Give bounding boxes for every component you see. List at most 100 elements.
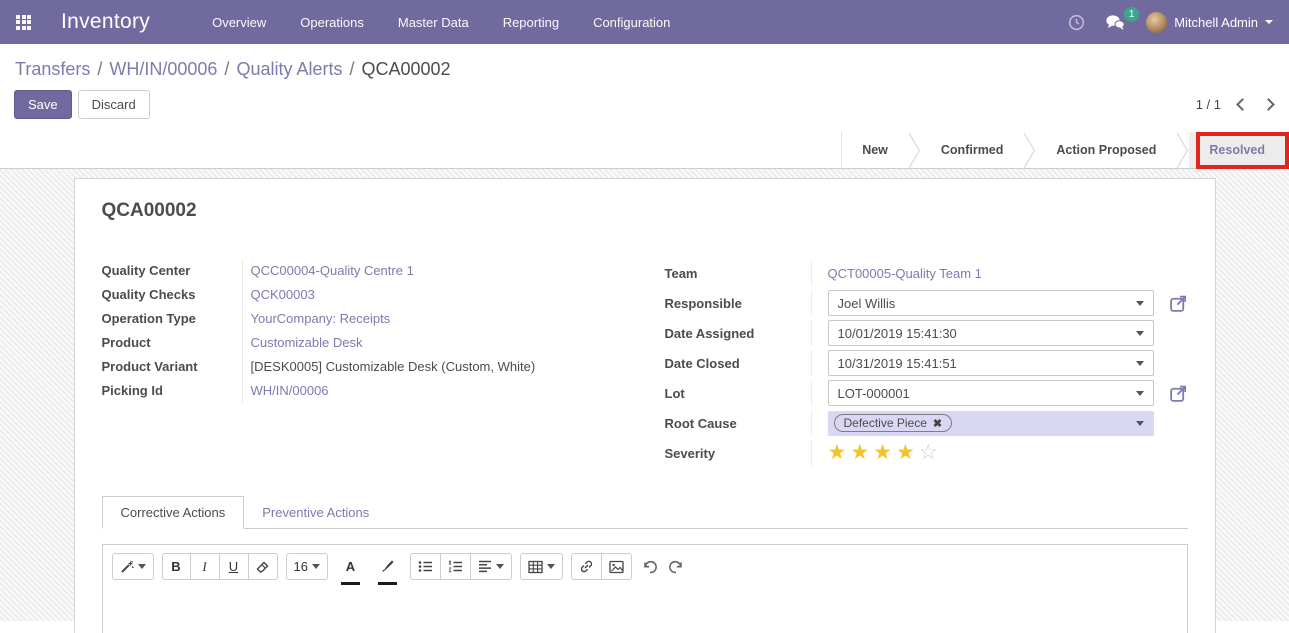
team-link[interactable]: QCT00005-Quality Team 1 [828, 266, 982, 281]
ordered-list-button[interactable] [441, 553, 471, 580]
star-icon[interactable]: ★ [850, 442, 869, 464]
editor-content-area[interactable] [103, 592, 1187, 633]
responsible-select[interactable]: Joel Willis [828, 290, 1154, 316]
star-icon[interactable]: ★ [873, 442, 892, 464]
field-label: Picking Id [102, 379, 242, 403]
field-label: Product Variant [102, 355, 242, 379]
breadcrumb-link-picking[interactable]: WH/IN/00006 [109, 59, 217, 79]
font-size-dropdown[interactable]: 16 [286, 553, 328, 580]
breadcrumb-separator: / [349, 59, 354, 79]
undo-button[interactable] [642, 553, 658, 580]
record-title: QCA00002 [102, 200, 1188, 222]
severity-stars: ★★★★☆ [828, 442, 938, 464]
field-label: Quality Checks [102, 283, 242, 307]
insert-link-button[interactable] [571, 553, 602, 580]
stage-action-proposed[interactable]: Action Proposed [1036, 132, 1176, 168]
date-closed-input[interactable]: 10/31/2019 15:41:51 [828, 350, 1154, 376]
field-label: Responsible [665, 296, 811, 311]
magic-wand-icon [120, 560, 134, 574]
align-icon [478, 560, 492, 573]
user-name: Mitchell Admin [1174, 15, 1258, 30]
table-button[interactable] [520, 553, 563, 580]
remove-tag-icon[interactable]: ✖ [933, 417, 942, 430]
stage-separator [1176, 132, 1189, 169]
rich-text-editor: B I U 16 A [102, 544, 1188, 633]
field-severity: Severity ★★★★☆ [665, 439, 1188, 467]
breadcrumb-link-quality-alerts[interactable]: Quality Alerts [236, 59, 342, 79]
stage-new[interactable]: New [842, 132, 908, 168]
nav-item-overview[interactable]: Overview [212, 15, 266, 30]
star-icon[interactable]: ☆ [919, 442, 938, 464]
chevron-down-icon [1136, 331, 1144, 336]
field-team: Team QCT00005-Quality Team 1 [665, 259, 1188, 287]
highlight-color-button[interactable] [373, 553, 402, 580]
responsible-external-link-icon[interactable] [1154, 294, 1188, 313]
redo-icon [668, 559, 684, 575]
operation-type-link[interactable]: YourCompany: Receipts [242, 307, 625, 331]
undo-icon [642, 559, 658, 575]
date-assigned-input[interactable]: 10/01/2019 15:41:30 [828, 320, 1154, 346]
field-label: Severity [665, 446, 811, 461]
field-label: Operation Type [102, 307, 242, 331]
field-responsible: Responsible Joel Willis [665, 289, 1188, 317]
right-field-column: Team QCT00005-Quality Team 1 Responsible… [665, 259, 1188, 469]
lot-value: LOT-000001 [838, 386, 910, 401]
nav-item-master-data[interactable]: Master Data [398, 15, 469, 30]
underline-button[interactable]: U [220, 553, 249, 580]
app-name[interactable]: Inventory [61, 10, 150, 34]
root-cause-tag[interactable]: Defective Piece ✖ [834, 414, 953, 432]
bold-button[interactable]: B [162, 553, 191, 580]
pager-previous-icon[interactable] [1236, 98, 1249, 111]
user-menu[interactable]: Mitchell Admin [1146, 12, 1273, 33]
picking-id-link[interactable]: WH/IN/00006 [242, 379, 625, 403]
insert-image-button[interactable] [602, 553, 632, 580]
discard-button[interactable]: Discard [78, 90, 150, 119]
lot-select[interactable]: LOT-000001 [828, 380, 1154, 406]
nav-item-reporting[interactable]: Reporting [503, 15, 559, 30]
field-picking-id: Picking Id WH/IN/00006 [102, 379, 625, 403]
tab-corrective-actions[interactable]: Corrective Actions [102, 496, 245, 529]
apps-grid-icon[interactable] [16, 15, 31, 30]
font-color-button[interactable]: A [336, 553, 365, 580]
product-link[interactable]: Customizable Desk [242, 331, 625, 355]
statusbar: New Confirmed Action Proposed Resolved [0, 132, 1289, 169]
control-panel: Transfers/WH/IN/00006/Quality Alerts/QCA… [0, 44, 1289, 132]
redo-button[interactable] [668, 553, 684, 580]
chevron-down-icon [496, 564, 504, 569]
root-cause-tags-input[interactable]: Defective Piece ✖ [828, 411, 1154, 436]
quality-checks-link[interactable]: QCK00003 [242, 283, 625, 307]
stage-resolved[interactable]: Resolved [1189, 132, 1289, 168]
stage-confirmed[interactable]: Confirmed [921, 132, 1024, 168]
paragraph-align-button[interactable] [471, 553, 512, 580]
nav-item-operations[interactable]: Operations [300, 15, 364, 30]
picture-icon [609, 560, 624, 574]
lot-external-link-icon[interactable] [1154, 384, 1188, 403]
product-variant-value: [DESK0005] Customizable Desk (Custom, Wh… [242, 355, 625, 379]
star-icon[interactable]: ★ [896, 442, 915, 464]
pager: 1 / 1 [1196, 97, 1273, 112]
clear-formatting-button[interactable] [249, 553, 278, 580]
field-lot: Lot LOT-000001 [665, 379, 1188, 407]
nav-item-configuration[interactable]: Configuration [593, 15, 670, 30]
pager-next-icon[interactable] [1262, 98, 1275, 111]
top-navbar: Inventory Overview Operations Master Dat… [0, 0, 1289, 44]
field-label: Date Assigned [665, 326, 811, 341]
style-dropdown-button[interactable] [112, 553, 154, 580]
messages-icon[interactable]: 1 [1105, 14, 1126, 31]
breadcrumb-link-transfers[interactable]: Transfers [15, 59, 90, 79]
breadcrumb-separator: / [224, 59, 229, 79]
tag-label: Defective Piece [844, 416, 927, 430]
field-date-closed: Date Closed 10/31/2019 15:41:51 [665, 349, 1188, 377]
paint-brush-icon [380, 559, 395, 574]
tab-preventive-actions[interactable]: Preventive Actions [244, 496, 387, 528]
unordered-list-button[interactable] [410, 553, 441, 580]
field-label: Lot [665, 386, 811, 401]
italic-button[interactable]: I [191, 553, 220, 580]
responsible-value: Joel Willis [838, 296, 896, 311]
activities-clock-icon[interactable] [1068, 14, 1085, 31]
save-button[interactable]: Save [14, 90, 72, 119]
numbered-list-icon [448, 560, 463, 573]
field-product: Product Customizable Desk [102, 331, 625, 355]
quality-center-link[interactable]: QCC00004-Quality Centre 1 [242, 259, 625, 283]
star-icon[interactable]: ★ [828, 442, 847, 464]
